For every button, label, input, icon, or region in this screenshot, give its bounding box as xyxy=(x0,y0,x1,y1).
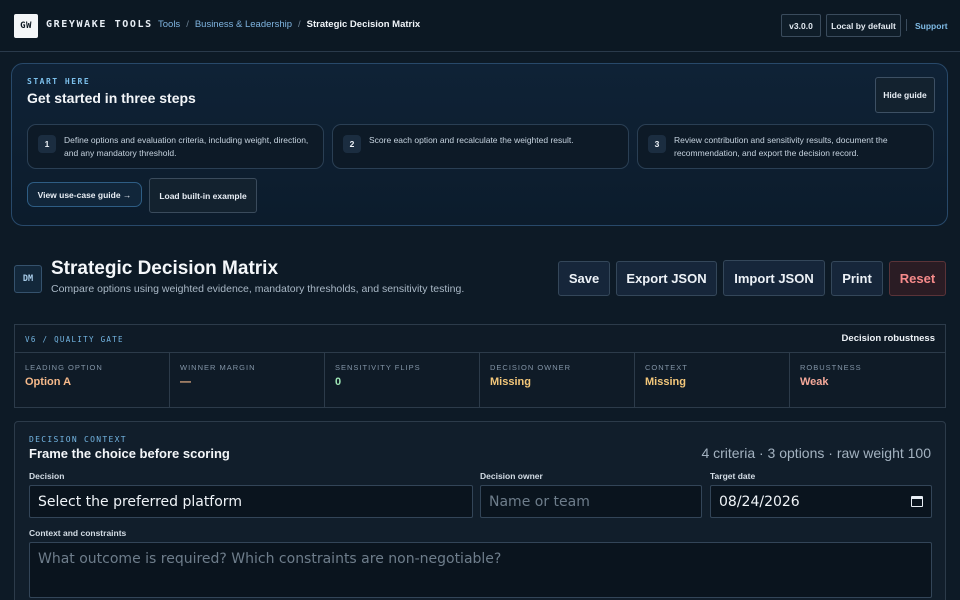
hide-guide-button[interactable]: Hide guide xyxy=(875,77,935,113)
reset-button[interactable]: Reset xyxy=(889,261,946,296)
topbar-divider xyxy=(906,19,907,31)
metric-label: WINNER MARGIN xyxy=(180,363,256,372)
metric-label: ROBUSTNESS xyxy=(800,363,862,372)
metric-decision-owner: DECISION OWNER Missing xyxy=(480,353,635,408)
decision-context-title: Frame the choice before scoring xyxy=(29,446,230,461)
metric-winner-margin: WINNER MARGIN — xyxy=(170,353,325,408)
import-json-button[interactable]: Import JSON xyxy=(723,260,825,296)
local-mode-badge: Local by default xyxy=(826,14,901,37)
step-number: 2 xyxy=(343,135,361,153)
step-text: Review contribution and sensitivity resu… xyxy=(674,135,888,158)
metric-context: CONTEXT Missing xyxy=(635,353,790,408)
metric-label: SENSITIVITY FLIPS xyxy=(335,363,421,372)
step-text: Define options and evaluation criteria, … xyxy=(64,135,309,158)
metric-label: CONTEXT xyxy=(645,363,688,372)
guide-step-3: 3 Review contribution and sensitivity re… xyxy=(637,124,934,169)
metric-value: Missing xyxy=(645,376,686,388)
metric-label: LEADING OPTION xyxy=(25,363,103,372)
brand-name[interactable]: GREYWAKE TOOLS xyxy=(46,19,153,30)
target-date-label: Target date xyxy=(710,471,756,481)
guide-step-1: 1 Define options and evaluation criteria… xyxy=(27,124,324,169)
page-title: Strategic Decision Matrix xyxy=(51,258,279,279)
quality-gate-header: V6 / QUALITY GATE Decision robustness xyxy=(15,325,945,353)
decision-owner-input[interactable]: Name or team xyxy=(480,485,702,518)
guide-kicker: START HERE xyxy=(27,77,91,86)
breadcrumb-separator: / xyxy=(186,19,189,30)
breadcrumb-separator: / xyxy=(298,19,301,30)
step-text: Score each option and recalculate the we… xyxy=(369,135,574,145)
decision-owner-label: Decision owner xyxy=(480,471,543,481)
step-number: 3 xyxy=(648,135,666,153)
guide-title: Get started in three steps xyxy=(27,90,196,106)
decision-label: Decision xyxy=(29,471,65,481)
export-json-button[interactable]: Export JSON xyxy=(616,261,717,296)
guide-step-2: 2 Score each option and recalculate the … xyxy=(332,124,629,169)
metric-value: — xyxy=(180,376,191,388)
matrix-summary: 4 criteria · 3 options · raw weight 100 xyxy=(701,445,931,461)
target-date-input[interactable]: 08/24/2026 xyxy=(710,485,932,518)
page-subtitle: Compare options using weighted evidence,… xyxy=(51,283,465,295)
decision-input[interactable]: Select the preferred platform xyxy=(29,485,473,518)
metric-value: 0 xyxy=(335,376,342,388)
metric-sensitivity-flips: SENSITIVITY FLIPS 0 xyxy=(325,353,480,408)
save-button[interactable]: Save xyxy=(558,261,610,296)
support-link[interactable]: Support xyxy=(915,21,948,31)
metric-label: DECISION OWNER xyxy=(490,363,572,372)
decision-context-panel: DECISION CONTEXT Frame the choice before… xyxy=(14,421,946,600)
breadcrumb-current: Strategic Decision Matrix xyxy=(306,19,421,30)
metric-robustness: ROBUSTNESS Weak xyxy=(790,353,947,408)
quality-gate-panel: V6 / QUALITY GATE Decision robustness LE… xyxy=(14,324,946,408)
metric-value: Missing xyxy=(490,376,531,388)
context-constraints-textarea[interactable]: What outcome is required? Which constrai… xyxy=(29,542,932,598)
load-example-button[interactable]: Load built-in example xyxy=(149,178,257,213)
version-badge: v3.0.0 xyxy=(781,14,821,37)
breadcrumb-category[interactable]: Business & Leadership xyxy=(195,19,292,30)
decision-context-tag: DECISION CONTEXT xyxy=(29,435,127,444)
tool-badge: DM xyxy=(14,265,42,293)
breadcrumb: Tools / Business & Leadership / Strategi… xyxy=(158,19,420,30)
step-number: 1 xyxy=(38,135,56,153)
metric-value: Option A xyxy=(25,376,72,388)
top-bar: GW GREYWAKE TOOLS Tools / Business & Lea… xyxy=(0,0,960,52)
print-button[interactable]: Print xyxy=(831,261,883,296)
breadcrumb-tools[interactable]: Tools xyxy=(158,19,180,30)
view-use-case-guide-button[interactable]: View use-case guide → xyxy=(27,182,142,207)
target-date-value: 08/24/2026 xyxy=(719,493,800,510)
metric-value: Weak xyxy=(800,376,829,388)
context-constraints-label: Context and constraints xyxy=(29,528,127,538)
quality-gate-tag: V6 / QUALITY GATE xyxy=(25,335,124,344)
brand-logo[interactable]: GW xyxy=(14,14,38,38)
decision-robustness-label: Decision robustness xyxy=(841,333,935,344)
calendar-icon[interactable] xyxy=(911,496,923,507)
getting-started-guide: START HERE Get started in three steps Hi… xyxy=(11,63,948,226)
metric-leading-option: LEADING OPTION Option A xyxy=(15,353,170,408)
